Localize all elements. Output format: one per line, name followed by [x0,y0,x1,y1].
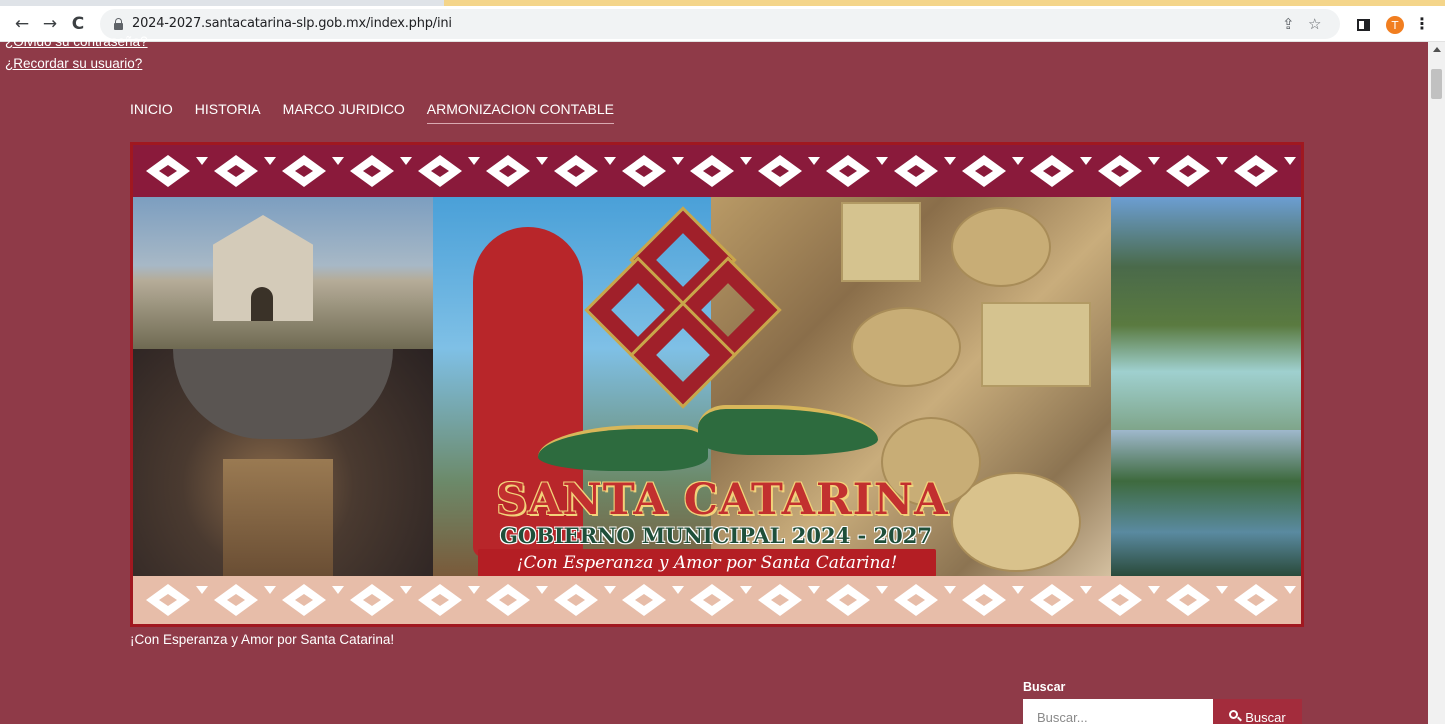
pattern-triangle-icon [468,157,480,165]
nav-item-historia[interactable]: HISTORIA [195,101,261,124]
pattern-triangle-icon [1284,586,1296,594]
pattern-triangle-icon [196,586,208,594]
pattern-triangle-icon [740,157,752,165]
pattern-triangle-icon [1148,157,1160,165]
pattern-triangle-icon [944,157,956,165]
nav-item-inicio[interactable]: INICIO [130,101,173,124]
pattern-triangle-icon [672,157,684,165]
hero-banner: SANTA CATARINA GOBIERNO MUNICIPAL 2024 -… [130,142,1304,627]
pattern-triangle-icon [196,157,208,165]
page-scrollbar[interactable] [1428,42,1445,724]
star-icon[interactable]: ☆ [1308,15,1321,33]
pattern-triangle-icon [332,157,344,165]
pattern-triangle-icon [1012,586,1024,594]
search-button[interactable]: Buscar [1213,699,1302,724]
pattern-triangle-icon [876,157,888,165]
pattern-triangle-icon [808,586,820,594]
banner-pattern-bottom [133,576,1301,624]
brand-slogan: ¡Con Esperanza y Amor por Santa Catarina… [478,549,936,577]
address-bar[interactable]: 2024-2027.santacatarina-slp.gob.mx/index… [100,9,1340,39]
pattern-triangle-icon [604,586,616,594]
search-icon [1229,710,1243,722]
search-label: Buscar [1023,680,1066,694]
banner-pattern-top [133,145,1301,197]
pattern-triangle-icon [264,586,276,594]
pattern-triangle-icon [944,586,956,594]
pattern-triangle-icon [400,157,412,165]
church-photo [133,197,433,349]
forgot-password-link[interactable]: ¿Olvidó su contraseña? [5,34,148,49]
share-icon[interactable]: ⇪ [1282,15,1295,33]
knot-emblem-icon [584,206,782,409]
pattern-triangle-icon [1284,157,1296,165]
menu-icon[interactable]: ⋮ [1414,14,1430,33]
pattern-triangle-icon [808,157,820,165]
lock-icon[interactable] [114,18,123,30]
nav-item-marco-juridico[interactable]: MARCO JURIDICO [283,101,405,124]
site-tagline: ¡Con Esperanza y Amor por Santa Catarina… [130,632,395,647]
pattern-triangle-icon [1080,586,1092,594]
brand-title: SANTA CATARINA [496,475,949,525]
pattern-triangle-icon [740,586,752,594]
river-valley-photo [1111,197,1301,430]
pattern-triangle-icon [1012,157,1024,165]
pattern-triangle-icon [672,586,684,594]
forgot-username-link[interactable]: ¿Recordar su usuario? [5,56,142,71]
pattern-triangle-icon [876,586,888,594]
profile-avatar[interactable]: T [1386,16,1404,34]
pattern-triangle-icon [1148,586,1160,594]
search-button-label: Buscar [1245,710,1286,724]
river-canyon-photo [1111,430,1301,576]
pattern-triangle-icon [332,586,344,594]
pattern-triangle-icon [468,586,480,594]
pattern-triangle-icon [536,157,548,165]
main-nav: INICIO HISTORIA MARCO JURIDICO ARMONIZAC… [130,101,614,124]
pattern-triangle-icon [264,157,276,165]
pattern-triangle-icon [536,586,548,594]
pattern-triangle-icon [604,157,616,165]
municipal-logo: SANTA CATARINA GOBIERNO MUNICIPAL 2024 -… [478,205,948,577]
church-interior-photo [133,349,433,576]
search-input[interactable] [1023,699,1213,724]
scroll-thumb[interactable] [1431,69,1442,99]
url-text[interactable]: 2024-2027.santacatarina-slp.gob.mx/index… [132,16,452,31]
pattern-triangle-icon [1080,157,1092,165]
pattern-triangle-icon [1216,586,1228,594]
scroll-up-arrow-icon[interactable] [1433,47,1441,52]
pattern-triangle-icon [400,586,412,594]
side-panel-icon[interactable] [1357,19,1370,31]
browser-toolbar: ← → C 2024-2027.santacatarina-slp.gob.mx… [0,6,1445,42]
hills-emblem-icon [538,395,878,485]
nav-item-armonizacion-contable[interactable]: ARMONIZACION CONTABLE [426,101,614,124]
pattern-triangle-icon [1216,157,1228,165]
brand-subtitle: GOBIERNO MUNICIPAL 2024 - 2027 [499,523,933,548]
